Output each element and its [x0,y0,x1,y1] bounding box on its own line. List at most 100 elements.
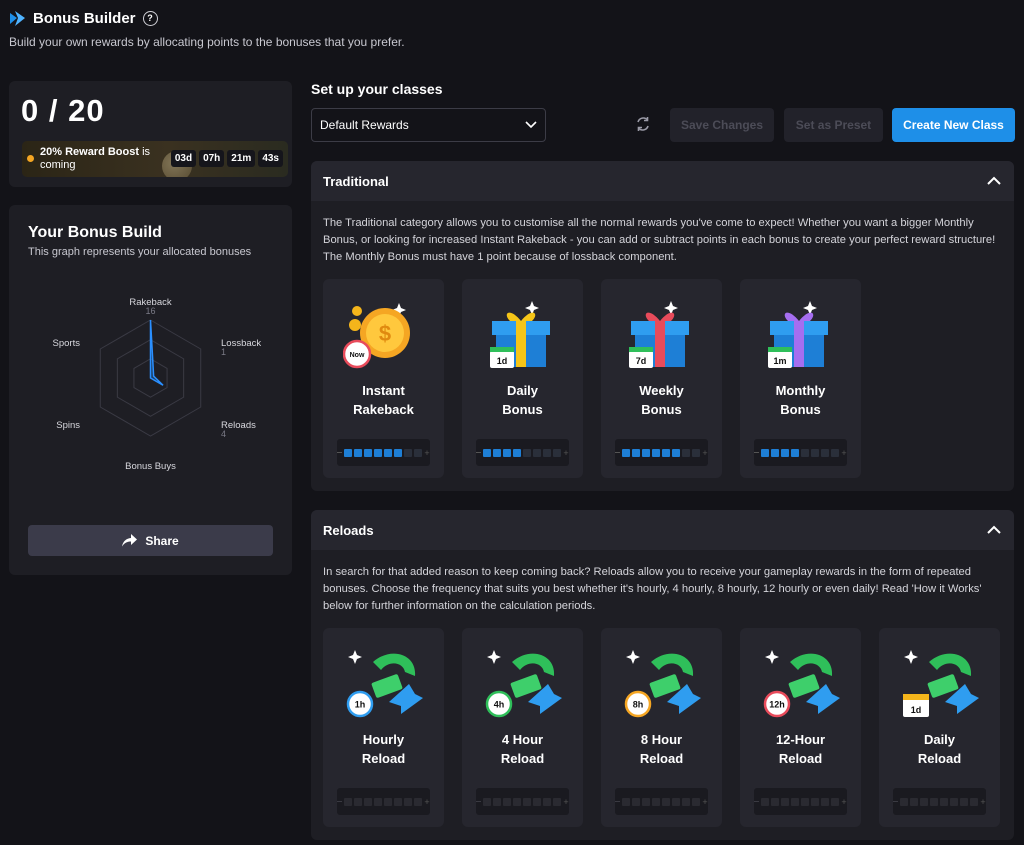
sparkle-icon [626,650,640,664]
decrease-points-button[interactable] [754,452,760,453]
meter-segment [344,797,353,806]
bonus-build-card: Your Bonus Build This graph represents y… [9,205,292,575]
bonus-card-instant-rakeback[interactable]: $ Now Instant Rakeback + [323,279,444,478]
decrease-points-button[interactable] [476,801,482,802]
cash-arc [373,653,416,676]
bonus-art-icon: 7d [629,301,689,368]
points-meter[interactable]: + [476,439,569,466]
points-meter[interactable]: + [754,788,847,815]
decrease-points-button[interactable] [337,452,343,453]
increase-points-button[interactable]: + [424,448,429,457]
sparkle-icon [765,650,779,664]
bonus-card-hourly-reload[interactable]: 1h Hourly Reload + [323,628,444,827]
meter-segment [831,797,840,806]
bonus-name-line1: Monthly [775,383,826,398]
set-as-preset-button[interactable]: Set as Preset [784,108,883,142]
reloads-header[interactable]: Reloads [311,510,1014,550]
points-meter[interactable]: + [893,788,986,815]
meter-segment [632,797,641,806]
refresh-icon[interactable] [633,114,653,134]
decrease-points-button[interactable] [476,452,482,453]
bonus-name-line2: Reload [639,751,684,766]
calendar-top [903,694,929,700]
calendar-badge-label: 1d [911,705,922,715]
increase-points-button[interactable]: + [702,797,707,806]
points-meter[interactable]: + [337,788,430,815]
points-meter[interactable]: + [476,788,569,815]
points-meter[interactable]: + [754,439,847,466]
meter-segment [652,797,661,806]
meter-segment [821,797,830,806]
share-button[interactable]: Share [28,525,273,556]
meter-segment [394,448,403,457]
bonus-name-line2: Reload [500,751,545,766]
calendar-top [490,347,514,352]
meter-segment [374,448,383,457]
bonus-card-weekly-bonus[interactable]: 7d Weekly Bonus + [601,279,722,478]
help-icon[interactable]: ? [142,10,158,26]
bonus-art-icon: 1m [768,301,828,368]
meter-segment [662,448,671,457]
increase-points-button[interactable]: + [424,797,429,806]
meter-segment [543,448,552,457]
bonus-card-monthly-bonus[interactable]: 1m Monthly Bonus + [740,279,861,478]
radar-label-sports: Sports [53,338,81,349]
reloads-cards: 1h Hourly Reload +4h 4 Hour Reload +8h 8 Hour Re… [323,628,1000,827]
decrease-points-button[interactable] [337,801,343,802]
bonus-name-line1: Hourly [362,732,405,747]
bonus-name-line1: 12-Hour [775,732,826,747]
meter-segment [771,448,780,457]
gift-bow [645,312,675,321]
bonus-card-daily-reload[interactable]: 1d Daily Reload + [879,628,1000,827]
meter-segment [791,797,800,806]
bonus-card-8-hour-reload[interactable]: 8h 8 Hour Reload + [601,628,722,827]
traditional-header[interactable]: Traditional [311,161,1014,201]
meter-segment [523,797,532,806]
increase-points-button[interactable]: + [841,797,846,806]
bonus-card-12-hour-reload[interactable]: 12h 12-Hour Reload + [740,628,861,827]
meter-segment [384,797,393,806]
class-select[interactable]: Default Rewards [311,108,546,142]
increase-points-button[interactable]: + [563,797,568,806]
chevron-up-icon[interactable] [986,173,1002,189]
bonus-art-icon: $ Now [343,303,410,369]
decrease-points-button[interactable] [893,801,899,802]
bonus-name-line2: Bonus [502,402,543,417]
sparkle-icon [904,650,918,664]
cash-arc [790,653,833,676]
decrease-points-button[interactable] [615,801,621,802]
increase-points-button[interactable]: + [841,448,846,457]
chevron-up-icon[interactable] [986,522,1002,538]
meter-segment [483,797,492,806]
bonus-card-4-hour-reload[interactable]: 4h 4 Hour Reload + [462,628,583,827]
meter-segment [414,797,423,806]
bonus-card-daily-bonus[interactable]: 1d Daily Bonus + [462,279,583,478]
meter-segment [692,448,701,457]
create-new-class-button[interactable]: Create New Class [892,108,1015,142]
class-select-value: Default Rewards [320,118,409,132]
increase-points-button[interactable]: + [980,797,985,806]
page-header: Bonus Builder ? Build your own rewards b… [9,8,405,50]
points-meter[interactable]: + [615,788,708,815]
meter-segment [374,797,383,806]
increase-points-button[interactable]: + [563,448,568,457]
meter-segment [513,448,522,457]
meter-segment [642,797,651,806]
gift-ribbon [655,321,665,367]
gift-ribbon [794,321,804,367]
save-changes-button[interactable]: Save Changes [670,108,774,142]
radar-value-lossback: 1 [221,347,226,357]
meter-segment [910,797,919,806]
dollar-sign: $ [379,321,391,346]
bonus-name-line2: Bonus [641,402,682,417]
meter-segment [761,448,770,457]
points-meter[interactable]: + [615,439,708,466]
decrease-points-button[interactable] [615,452,621,453]
points-meter[interactable]: + [337,439,430,466]
meter-segment [622,797,631,806]
increase-points-button[interactable]: + [702,448,707,457]
decrease-points-button[interactable] [754,801,760,802]
page-title: Bonus Builder [33,9,136,27]
timer-days: 03d [170,150,197,167]
bonus-card-name: Hourly Reload [323,730,444,768]
